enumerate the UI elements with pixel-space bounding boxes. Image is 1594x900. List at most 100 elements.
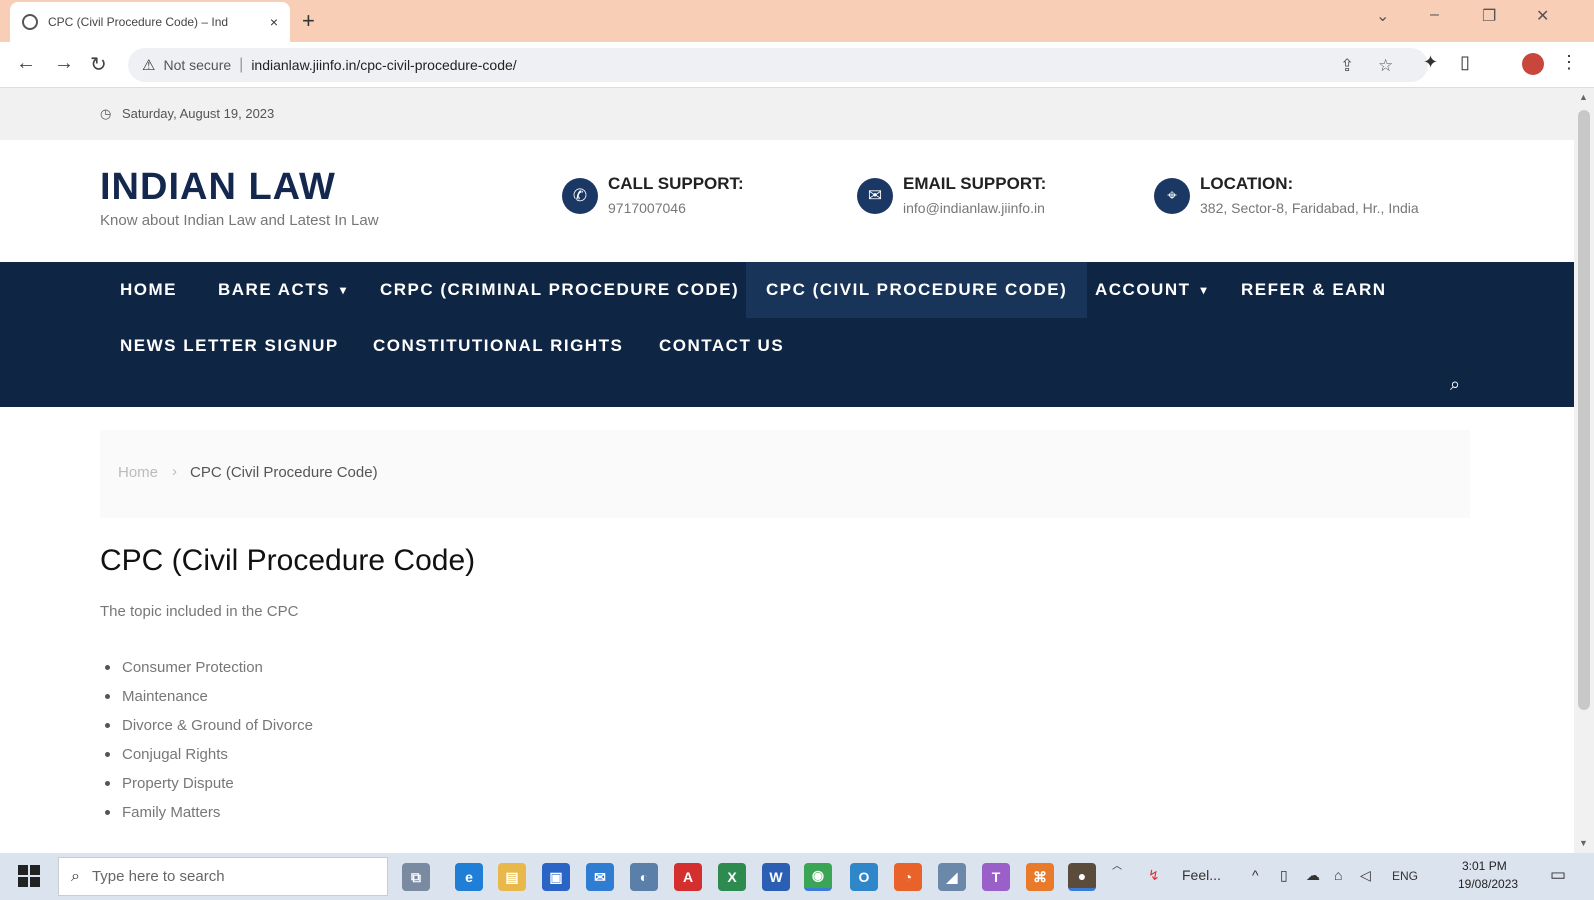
nav-contact-us[interactable]: CONTACT US	[639, 318, 804, 374]
url-text[interactable]: indianlaw.jiinfo.in/cpc-civil-procedure-…	[251, 57, 516, 73]
excel-icon[interactable]: X	[718, 863, 746, 891]
breadcrumb: Home › CPC (Civil Procedure Code)	[100, 430, 1470, 518]
file-explorer-icon[interactable]: ▤	[498, 863, 526, 891]
taskbar-search-placeholder: Type here to search	[91, 868, 225, 885]
chrome-icon[interactable]: ◉	[804, 863, 832, 891]
scrollbar-thumb[interactable]	[1578, 110, 1590, 710]
scroll-up-icon[interactable]: ▲	[1579, 92, 1588, 102]
nav-constitutional-rights[interactable]: CONSTITUTIONAL RIGHTS	[353, 318, 643, 374]
task-view-icon[interactable]: ⧉	[402, 863, 430, 891]
web-page: ◷ Saturday, August 19, 2023 INDIAN LAW K…	[0, 88, 1574, 853]
nav-label: NEWS LETTER SIGNUP	[120, 336, 339, 355]
side-panel-icon[interactable]: ▯	[1460, 52, 1470, 73]
bookmark-star-icon[interactable]: ☆	[1378, 56, 1393, 76]
reload-icon[interactable]: ↻	[90, 52, 107, 77]
email-support-value[interactable]: info@indianlaw.jiinfo.in	[903, 200, 1046, 216]
share-icon[interactable]: ⇪	[1340, 56, 1354, 76]
browser-toolbar: ← → ↻ ⚠ Not secure | indianlaw.jiinfo.in…	[0, 42, 1594, 88]
chevron-down-icon: ▾	[340, 283, 348, 297]
list-item: Conjugal Rights	[105, 740, 313, 769]
chevron-up-icon[interactable]: ︿	[1112, 857, 1122, 872]
firefox-icon[interactable]: ◔	[894, 863, 922, 891]
outlook-icon[interactable]: O	[850, 863, 878, 891]
taskbar-time[interactable]: 3:01 PM	[1462, 859, 1507, 873]
xampp-icon[interactable]: ⌘	[1026, 863, 1054, 891]
nav-label: HOME	[120, 280, 177, 299]
show-hidden-icons[interactable]: ^	[1252, 867, 1259, 883]
site-tagline: Know about Indian Law and Latest In Law	[100, 212, 379, 229]
warning-icon: ⚠	[142, 57, 156, 74]
chevron-down-icon: ▾	[1200, 283, 1209, 297]
browser-tab-bar: CPC (Civil Procedure Code) – Ind × + ⌄ –…	[0, 0, 1594, 42]
list-item: Divorce & Ground of Divorce	[105, 711, 313, 740]
topic-label: Divorce & Ground of Divorce	[122, 717, 313, 734]
site-logo[interactable]: INDIAN LAW	[100, 166, 336, 209]
volume-icon[interactable]: ◁	[1360, 867, 1371, 884]
list-item: Family Matters	[105, 798, 313, 827]
main-navigation: HOME BARE ACTS ▾ CRPC (CRIMINAL PROCEDURE…	[0, 262, 1574, 407]
mail-app-icon[interactable]: ✉	[586, 863, 614, 891]
app-icon[interactable]: ●	[1068, 863, 1096, 891]
weather-text[interactable]: Feel...	[1182, 867, 1221, 883]
new-tab-button[interactable]: +	[302, 8, 315, 34]
nav-refer-earn[interactable]: REFER & EARN	[1221, 262, 1407, 318]
extensions-icon[interactable]: ✦	[1423, 52, 1438, 73]
photos-icon[interactable]: ◐	[630, 863, 658, 891]
restore-button[interactable]: ❐	[1482, 6, 1496, 26]
nav-label: CPC (CIVIL PROCEDURE CODE)	[766, 280, 1068, 299]
weather-icon[interactable]: ↯	[1148, 867, 1160, 884]
tab-title: CPC (Civil Procedure Code) – Ind	[48, 15, 229, 29]
network-icon[interactable]: ⌂	[1334, 867, 1342, 883]
nav-newsletter[interactable]: NEWS LETTER SIGNUP	[100, 318, 359, 374]
nav-home[interactable]: HOME	[100, 262, 197, 318]
forward-icon[interactable]: →	[54, 52, 74, 75]
bullet-icon	[105, 694, 110, 699]
battery-icon[interactable]: ▯	[1280, 867, 1288, 884]
call-support-value: 9717007046	[608, 200, 686, 216]
nav-bare-acts[interactable]: BARE ACTS ▾	[198, 262, 368, 318]
tab-close-icon[interactable]: ×	[270, 14, 278, 30]
email-support: ✉ EMAIL SUPPORT: info@indianlaw.jiinfo.i…	[857, 174, 1046, 216]
topic-label: Conjugal Rights	[122, 746, 228, 763]
topic-label: Maintenance	[122, 688, 208, 705]
word-icon[interactable]: W	[762, 863, 790, 891]
store-icon[interactable]: ▣	[542, 863, 570, 891]
teams-icon[interactable]: T	[982, 863, 1010, 891]
close-window-button[interactable]: ✕	[1536, 6, 1549, 26]
page-intro: The topic included in the CPC	[100, 603, 299, 620]
browser-tab[interactable]: CPC (Civil Procedure Code) – Ind ×	[10, 2, 290, 42]
bullet-icon	[105, 781, 110, 786]
topic-label: Consumer Protection	[122, 659, 263, 676]
pdf-reader-icon[interactable]: A	[674, 863, 702, 891]
nav-label: CRPC (CRIMINAL PROCEDURE CODE)	[380, 280, 740, 299]
edge-icon[interactable]: e	[455, 863, 483, 891]
security-label[interactable]: Not secure	[163, 57, 231, 73]
app-icon[interactable]: ◢	[938, 863, 966, 891]
search-icon[interactable]: ⌕	[1450, 374, 1460, 395]
nav-account[interactable]: ACCOUNT ▾	[1075, 262, 1228, 318]
more-menu-icon[interactable]: ⋮	[1560, 52, 1578, 73]
notification-icon[interactable]: ▭	[1550, 865, 1566, 885]
list-item: Consumer Protection	[105, 653, 313, 682]
nav-cpc[interactable]: CPC (CIVIL PROCEDURE CODE)	[746, 262, 1088, 318]
start-button[interactable]	[18, 865, 40, 887]
cloud-icon[interactable]: ☁	[1306, 867, 1320, 884]
breadcrumb-separator: ›	[172, 463, 177, 480]
taskbar-date[interactable]: 19/08/2023	[1458, 877, 1518, 891]
minimize-button[interactable]: –	[1430, 6, 1439, 24]
page-scrollbar[interactable]: ▲ ▼	[1574, 88, 1594, 853]
scroll-down-icon[interactable]: ▼	[1579, 838, 1588, 848]
profile-avatar[interactable]	[1522, 53, 1544, 75]
nav-crpc[interactable]: CRPC (CRIMINAL PROCEDURE CODE)	[360, 262, 759, 318]
breadcrumb-home[interactable]: Home	[118, 464, 158, 481]
clock-icon: ◷	[100, 106, 112, 121]
bullet-icon	[105, 665, 110, 670]
back-icon[interactable]: ←	[16, 52, 36, 75]
phone-icon: ✆	[562, 178, 598, 214]
tab-search-icon[interactable]: ⌄	[1376, 6, 1389, 26]
language-indicator[interactable]: ENG	[1392, 869, 1418, 883]
bullet-icon	[105, 752, 110, 757]
taskbar-search[interactable]: ⌕ Type here to search	[58, 857, 388, 896]
topic-list: Consumer Protection Maintenance Divorce …	[105, 653, 313, 827]
address-bar[interactable]: ⚠ Not secure | indianlaw.jiinfo.in/cpc-c…	[128, 48, 1428, 82]
